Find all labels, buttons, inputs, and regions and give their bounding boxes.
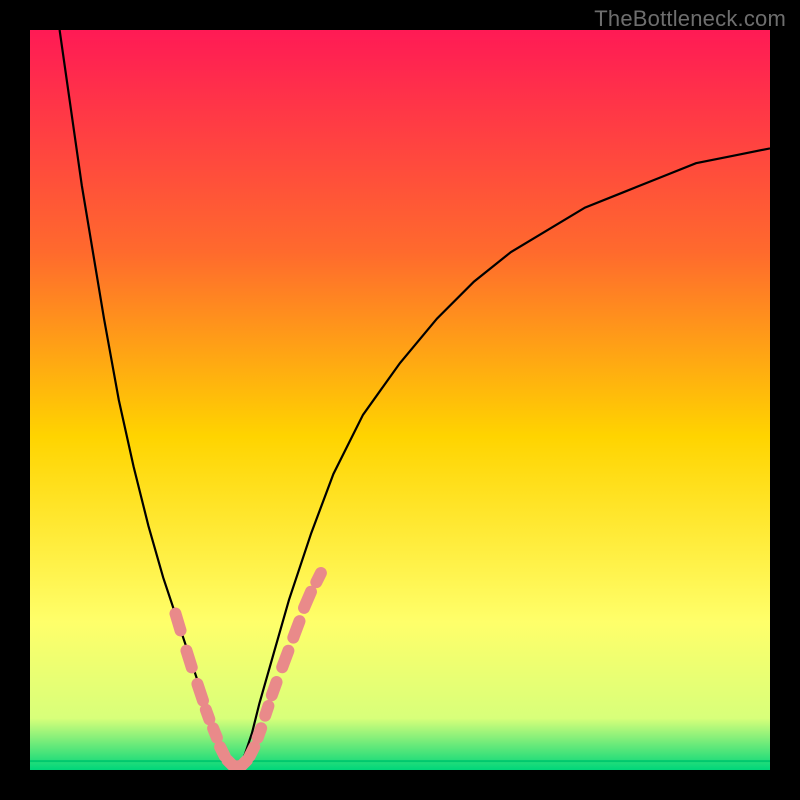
chart-svg: [30, 30, 770, 770]
watermark-text: TheBottleneck.com: [594, 6, 786, 32]
chart-background: [30, 30, 770, 770]
plot-area: [30, 30, 770, 770]
chart-frame: TheBottleneck.com: [0, 0, 800, 800]
